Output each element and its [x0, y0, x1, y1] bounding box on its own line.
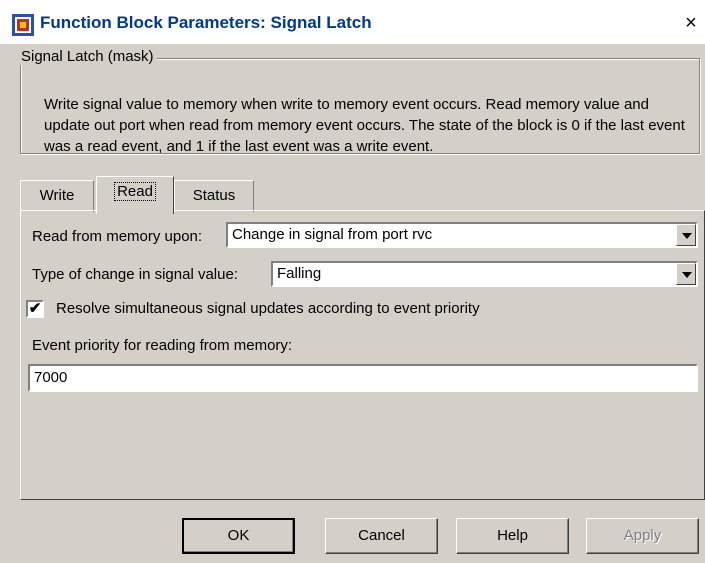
read-upon-label: Read from memory upon: — [32, 228, 203, 245]
resolve-checkbox[interactable]: ✔ — [26, 300, 44, 318]
close-icon[interactable]: × — [680, 12, 702, 34]
resolve-label: Resolve simultaneous signal updates acco… — [56, 300, 480, 317]
read-upon-select[interactable]: Change in signal from port rvc — [226, 222, 698, 248]
chevron-down-icon[interactable] — [676, 263, 696, 285]
ok-label: OK — [227, 527, 250, 544]
change-type-label: Type of change in signal value: — [32, 266, 238, 283]
help-label: Help — [497, 527, 528, 544]
dialog-window: Function Block Parameters: Signal Latch … — [0, 0, 705, 563]
priority-label: Event priority for reading from memory: — [32, 337, 293, 354]
group-legend: Signal Latch (mask) — [18, 48, 157, 65]
priority-input[interactable]: 7000 — [28, 364, 698, 392]
block-description: Write signal value to memory when write … — [44, 96, 685, 154]
tab-read-label: Read — [114, 182, 156, 201]
cancel-button[interactable]: Cancel — [325, 518, 438, 554]
simulink-block-icon — [12, 14, 34, 36]
change-type-select[interactable]: Falling — [271, 261, 698, 287]
ok-button[interactable]: OK — [182, 518, 295, 554]
cancel-label: Cancel — [358, 527, 405, 544]
apply-label: Apply — [623, 527, 662, 544]
read-tab-panel — [20, 210, 705, 500]
chevron-down-icon[interactable] — [676, 224, 696, 246]
title-bar[interactable]: Function Block Parameters: Signal Latch … — [0, 0, 705, 44]
tab-read[interactable]: Read — [96, 176, 174, 214]
tab-write[interactable]: Write — [20, 180, 94, 212]
tab-status[interactable]: Status — [174, 180, 254, 212]
change-type-value: Falling — [277, 265, 322, 282]
apply-button[interactable]: Apply — [586, 518, 699, 554]
tab-status-label: Status — [192, 187, 236, 204]
read-upon-value: Change in signal from port rvc — [232, 226, 433, 243]
window-title: Function Block Parameters: Signal Latch — [40, 13, 372, 32]
tab-write-label: Write — [39, 187, 75, 204]
help-button[interactable]: Help — [456, 518, 569, 554]
